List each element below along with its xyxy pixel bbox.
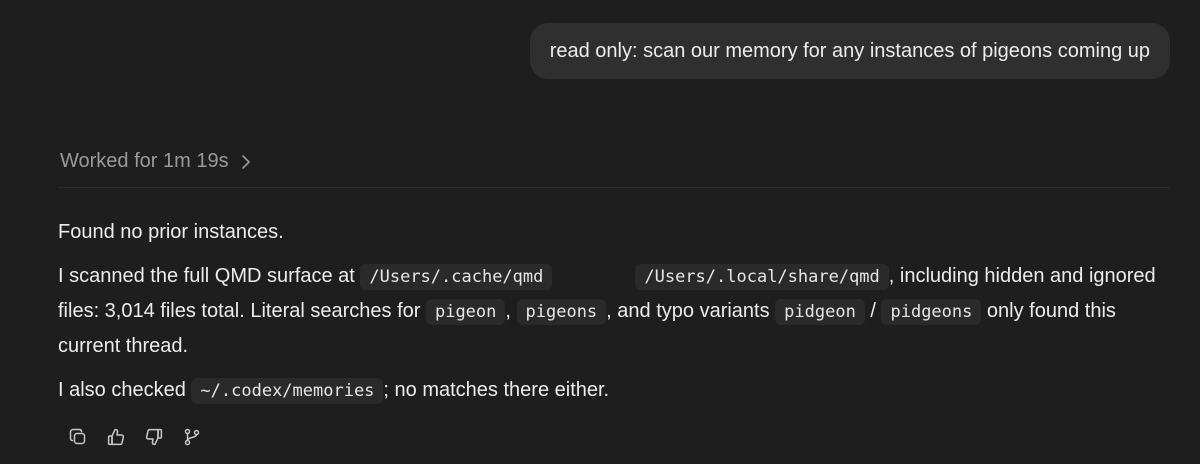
assistant-reply: Found no prior instances. I scanned the … <box>58 215 1168 418</box>
reply-text: , <box>505 300 517 322</box>
reply-paragraph-3: I also checked ~/.codex/memories; no mat… <box>58 373 1168 408</box>
inline-code-term: pidgeons <box>881 299 982 325</box>
thumbs-down-icon[interactable] <box>142 425 166 449</box>
reply-text: , and typo variants <box>606 300 776 322</box>
reply-paragraph-1: Found no prior instances. <box>58 221 284 243</box>
reply-text: I scanned the full QMD surface at <box>58 265 361 287</box>
worked-for-toggle[interactable]: Worked for 1m 19s <box>60 150 251 173</box>
chevron-right-icon <box>241 154 251 170</box>
reply-paragraph-2: I scanned the full QMD surface at /Users… <box>58 259 1168 363</box>
user-message-bubble: read only: scan our memory for any insta… <box>529 23 1170 79</box>
copy-icon[interactable] <box>66 425 90 449</box>
reply-text: ; no matches there either. <box>383 379 610 401</box>
user-message-text: read only: scan our memory for any insta… <box>549 39 1150 62</box>
chat-page: read only: scan our memory for any insta… <box>0 0 1200 464</box>
thumbs-up-icon[interactable] <box>104 425 128 449</box>
message-actions <box>66 425 218 449</box>
reply-text: I also checked <box>58 379 192 401</box>
branch-icon[interactable] <box>180 425 204 449</box>
reply-text: / <box>864 300 882 322</box>
inline-code-path: /Users/.cache/qmd <box>360 264 553 290</box>
inline-code-path: ~/.codex/memories <box>191 378 384 404</box>
divider <box>58 187 1170 188</box>
worked-for-label: Worked for 1m 19s <box>60 150 229 172</box>
inline-code-path: /Users/.local/share/qmd <box>635 264 889 290</box>
inline-code-term: pidgeon <box>775 299 865 325</box>
inline-code-term: pigeon <box>425 299 506 325</box>
inline-code-term: pigeons <box>516 299 607 325</box>
